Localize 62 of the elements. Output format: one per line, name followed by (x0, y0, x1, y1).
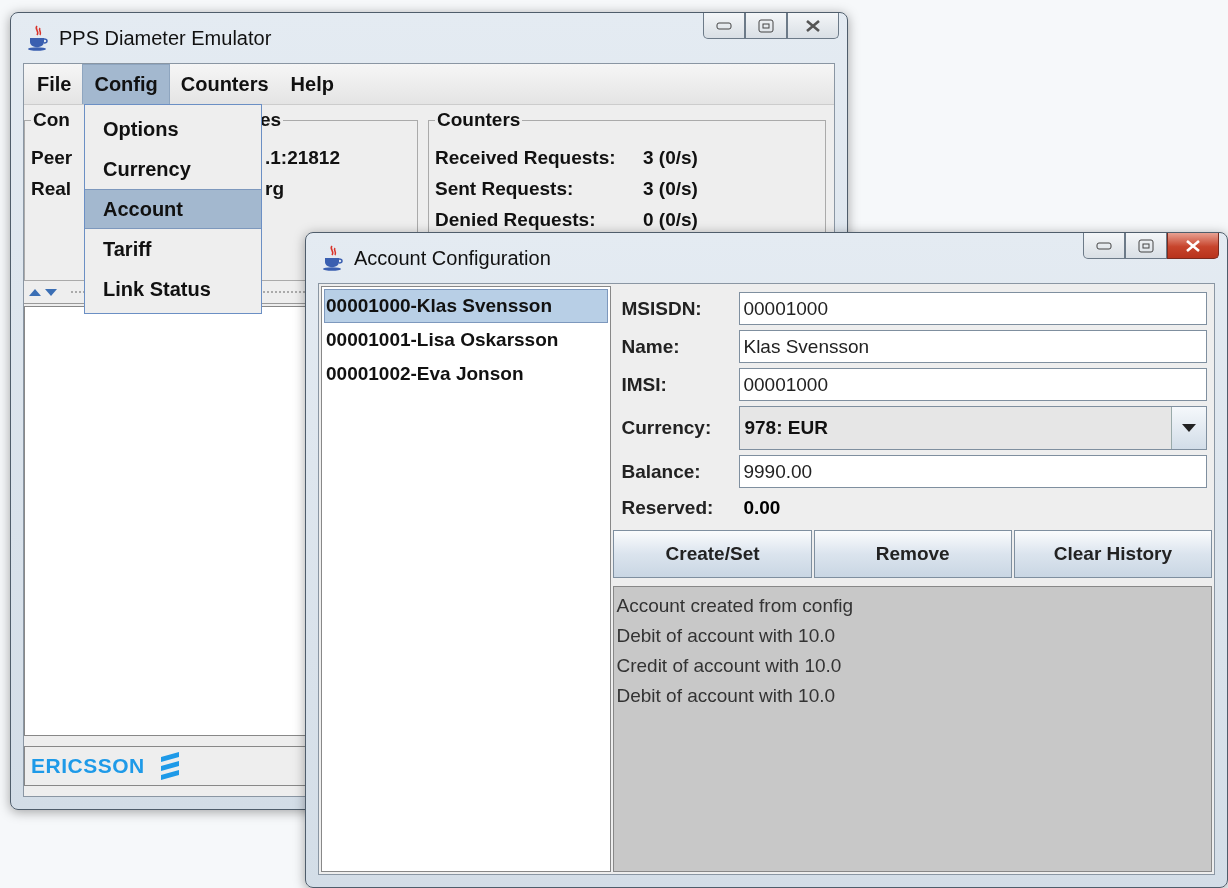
close-icon (804, 18, 822, 33)
menu-item[interactable]: Link Status (85, 269, 261, 309)
input-field[interactable]: Klas Svensson (739, 330, 1208, 363)
menu-item[interactable]: Account (85, 189, 261, 229)
field-label: Currency: (621, 417, 713, 439)
counter-value: 3 (0/s) (643, 147, 698, 169)
menu-item[interactable]: Options (85, 109, 261, 149)
menu-item[interactable]: Config (82, 64, 170, 104)
field-value: 0.00 (742, 496, 782, 520)
counter-label: Denied Requests: (435, 209, 596, 231)
menu-item[interactable]: Help (279, 64, 345, 104)
log-line: Account created from config (616, 594, 855, 618)
input-field[interactable]: 9990.00 (739, 455, 1208, 488)
menu-item[interactable]: File (26, 64, 83, 104)
field-value: rg (265, 178, 284, 200)
coffee-cup-icon (322, 245, 344, 271)
field-label: Peer (31, 147, 73, 169)
counter-label: Received Requests: (435, 147, 616, 169)
counter-value: 3 (0/s) (643, 178, 698, 200)
counter-value: 0 (0/s) (643, 209, 698, 231)
log-line: Credit of account with 10.0 (616, 654, 843, 678)
maximize-button[interactable] (1125, 233, 1167, 259)
input-field[interactable]: 00001000 (739, 368, 1208, 401)
menu-item[interactable]: Counters (169, 64, 280, 104)
maximize-button[interactable] (745, 13, 787, 39)
input-field[interactable]: 00001000 (739, 292, 1208, 325)
field-value: .1:21812 (265, 147, 340, 169)
logo-icon (158, 751, 181, 781)
logo-text: ERICSSON (31, 754, 145, 778)
window-title: Account Configuration (354, 246, 552, 270)
field-label: Name: (621, 335, 681, 358)
close-button[interactable] (1167, 233, 1219, 259)
field-label: MSISDN: (621, 297, 703, 320)
caret-icon (1181, 423, 1198, 433)
field-label: IMSI: (621, 373, 668, 396)
field-label: Reserved: (621, 497, 715, 519)
minimize-icon (1096, 241, 1112, 250)
close-icon (1184, 238, 1202, 253)
maximize-icon (1138, 238, 1154, 253)
menu-item[interactable]: Currency (85, 149, 261, 189)
close-button[interactable] (787, 13, 839, 39)
account-list-item[interactable]: 00001001-Lisa Oskarsson (324, 323, 609, 357)
action-button[interactable]: Remove (813, 530, 1012, 578)
maximize-icon (758, 18, 774, 33)
minimize-icon (716, 21, 732, 30)
coffee-cup-icon (27, 25, 49, 51)
log-line: Debit of account with 10.0 (616, 624, 837, 648)
minimize-button[interactable] (703, 13, 745, 39)
menu-item[interactable]: Tariff (85, 229, 261, 269)
window-title: PPS Diameter Emulator (59, 26, 273, 50)
counter-label: Sent Requests: (435, 178, 574, 200)
action-button[interactable]: Clear History (1013, 530, 1212, 578)
minimize-button[interactable] (1083, 233, 1125, 259)
account-list-item[interactable]: 00001000-Klas Svensson (324, 289, 609, 323)
log-line: Debit of account with 10.0 (616, 684, 837, 708)
field-label: Balance: (621, 460, 702, 483)
action-button[interactable]: Create/Set (613, 530, 812, 578)
account-list-item[interactable]: 00001002-Eva Jonson (324, 357, 609, 391)
field-label: Real (31, 178, 72, 200)
panel-title: Counters (436, 109, 522, 131)
currency-dropdown[interactable]: 978: EUR (739, 406, 1208, 450)
panel-title: Con (33, 109, 70, 131)
